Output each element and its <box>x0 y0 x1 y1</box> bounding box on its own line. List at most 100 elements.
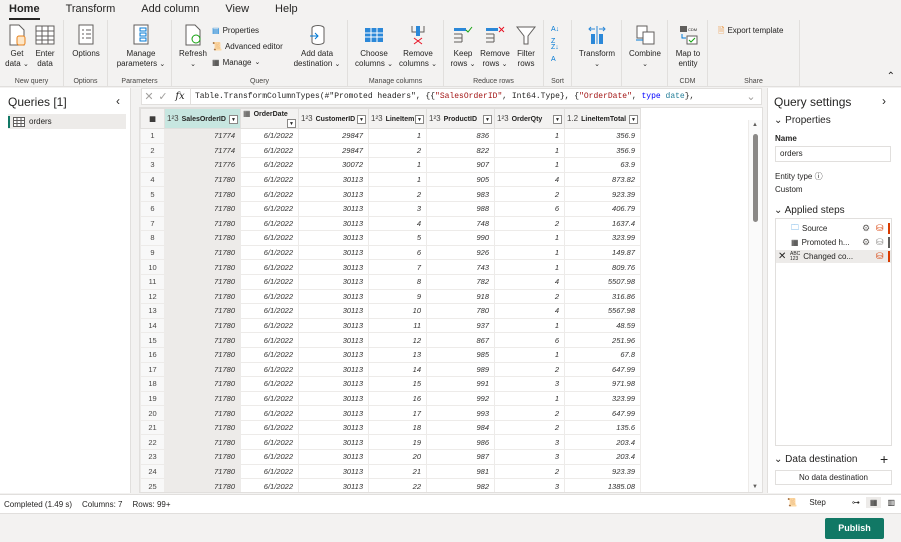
row-number[interactable]: 14 <box>140 317 165 334</box>
table-cell[interactable]: 6/1/2022 <box>240 215 299 232</box>
table-cell[interactable]: 30113 <box>298 200 369 217</box>
table-cell[interactable]: 3 <box>368 200 427 217</box>
table-cell[interactable]: 22 <box>368 478 427 492</box>
step-changed-column-type[interactable]: ✕ ABC 123 Changed co... ⛁ <box>776 250 891 263</box>
table-cell[interactable]: 30113 <box>298 419 369 436</box>
tab-add-column[interactable]: Add column <box>141 0 199 20</box>
column-header-orderqty[interactable]: 1²3 OrderQty ▼ <box>494 108 565 129</box>
table-cell[interactable]: 71780 <box>164 434 241 451</box>
table-cell[interactable]: 907 <box>426 157 495 173</box>
table-cell[interactable]: 984 <box>426 419 495 436</box>
table-cell[interactable]: 991 <box>426 376 495 392</box>
tab-view[interactable]: View <box>225 0 249 20</box>
row-number[interactable]: 9 <box>140 244 165 261</box>
table-cell[interactable]: 7 <box>368 259 427 275</box>
row-number[interactable]: 11 <box>140 273 165 290</box>
table-cell[interactable]: 647.99 <box>564 361 641 378</box>
table-cell[interactable]: 1 <box>368 128 427 144</box>
table-cell[interactable]: 71780 <box>164 288 241 305</box>
table-cell[interactable]: 15 <box>368 376 427 392</box>
table-cell[interactable]: 71780 <box>164 186 241 202</box>
table-cell[interactable]: 406.79 <box>564 200 641 217</box>
table-cell[interactable]: 982 <box>426 478 495 492</box>
row-number[interactable]: 19 <box>140 390 165 407</box>
row-number[interactable]: 6 <box>140 200 165 217</box>
table-cell[interactable]: 30113 <box>298 361 369 378</box>
table-cell[interactable]: 14 <box>368 361 427 378</box>
table-cell[interactable]: 1 <box>494 390 565 407</box>
table-cell[interactable]: 2 <box>494 186 565 202</box>
table-cell[interactable]: 748 <box>426 215 495 232</box>
gear-icon[interactable]: ⚙ <box>862 237 870 248</box>
table-cell[interactable]: 30113 <box>298 317 369 334</box>
table-cell[interactable]: 323.99 <box>564 230 641 246</box>
table-cell[interactable]: 822 <box>426 142 495 159</box>
table-cell[interactable]: 12 <box>368 332 427 348</box>
table-cell[interactable]: 923.39 <box>564 186 641 202</box>
table-cell[interactable]: 71780 <box>164 376 241 392</box>
table-cell[interactable]: 780 <box>426 303 495 319</box>
table-cell[interactable]: 6/1/2022 <box>240 244 299 261</box>
table-cell[interactable]: 992 <box>426 390 495 407</box>
table-cell[interactable]: 3 <box>494 376 565 392</box>
properties-button[interactable]: ▤ Properties <box>212 25 259 37</box>
table-cell[interactable]: 4 <box>368 215 427 232</box>
table-cell[interactable]: 1 <box>494 128 565 144</box>
properties-section[interactable]: ⌄ Properties <box>774 115 831 126</box>
table-cell[interactable]: 30113 <box>298 244 369 261</box>
row-number[interactable]: 5 <box>140 186 165 202</box>
table-cell[interactable]: 8 <box>368 273 427 290</box>
column-type-icon[interactable]: ▦ <box>243 109 251 118</box>
row-number[interactable]: 8 <box>140 230 165 246</box>
table-cell[interactable]: 1 <box>494 230 565 246</box>
row-number[interactable]: 10 <box>140 259 165 275</box>
table-cell[interactable]: 2 <box>368 186 427 202</box>
column-type-icon[interactable]: 1²3 <box>429 114 441 123</box>
column-filter-dropdown-icon[interactable]: ▼ <box>357 114 366 124</box>
table-cell[interactable]: 6 <box>494 332 565 348</box>
table-cell[interactable]: 836 <box>426 128 495 144</box>
table-cell[interactable]: 1385.08 <box>564 478 641 492</box>
table-cell[interactable]: 71780 <box>164 405 241 421</box>
column-type-icon[interactable]: 1.2 <box>567 114 578 123</box>
table-cell[interactable]: 4 <box>494 303 565 319</box>
row-number[interactable]: 13 <box>140 303 165 319</box>
sort-descending-button[interactable]: Z↓ A <box>551 42 559 66</box>
table-cell[interactable]: 149.87 <box>564 244 641 261</box>
table-cell[interactable]: 29847 <box>298 142 369 159</box>
table-cell[interactable]: 1 <box>494 142 565 159</box>
table-cell[interactable]: 71780 <box>164 200 241 217</box>
choose-columns-button[interactable]: Choose columns ⌄ <box>352 24 396 70</box>
manage-button[interactable]: ▦ Manage ⌄ <box>212 57 260 69</box>
tab-transform[interactable]: Transform <box>66 0 116 20</box>
table-cell[interactable]: 29847 <box>298 128 369 144</box>
row-number[interactable]: 18 <box>140 376 165 392</box>
table-cell[interactable]: 918 <box>426 288 495 305</box>
table-cell[interactable]: 923.39 <box>564 463 641 480</box>
table-cell[interactable]: 17 <box>368 405 427 421</box>
collapse-settings-icon[interactable]: › <box>882 94 886 108</box>
column-header-lineitemtotal[interactable]: 1.2 LineItemTotal ▼ <box>564 108 641 129</box>
column-filter-dropdown-icon[interactable]: ▼ <box>415 114 424 124</box>
remove-rows-button[interactable]: Remove rows ⌄ <box>478 24 512 70</box>
filter-rows-button[interactable]: Filter rows <box>512 24 540 69</box>
remove-columns-button[interactable]: Remove columns ⌄ <box>396 24 440 70</box>
table-cell[interactable]: 1 <box>368 157 427 173</box>
column-filter-dropdown-icon[interactable]: ▼ <box>629 114 638 124</box>
table-cell[interactable]: 2 <box>494 405 565 421</box>
table-cell[interactable]: 71780 <box>164 361 241 378</box>
table-cell[interactable]: 30113 <box>298 405 369 421</box>
table-cell[interactable]: 6/1/2022 <box>240 142 299 159</box>
table-cell[interactable]: 5507.98 <box>564 273 641 290</box>
table-cell[interactable]: 4 <box>494 273 565 290</box>
table-cell[interactable]: 926 <box>426 244 495 261</box>
table-cell[interactable]: 1 <box>494 317 565 334</box>
table-cell[interactable]: 71780 <box>164 273 241 290</box>
vertical-scrollbar[interactable]: ▲ ▼ <box>748 120 762 492</box>
table-cell[interactable]: 71780 <box>164 244 241 261</box>
row-number[interactable]: 4 <box>140 171 165 188</box>
delete-step-icon[interactable]: ✕ <box>778 251 790 262</box>
table-cell[interactable]: 316.86 <box>564 288 641 305</box>
table-cell[interactable]: 10 <box>368 303 427 319</box>
table-cell[interactable]: 30072 <box>298 157 369 173</box>
